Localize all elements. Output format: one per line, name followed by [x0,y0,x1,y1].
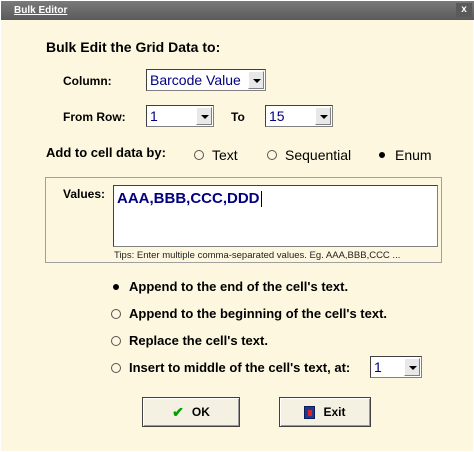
insert-position-select[interactable]: 1 [370,356,422,378]
radio-icon [267,150,277,160]
from-row-value: 1 [150,108,158,124]
radio-icon [111,362,121,373]
ok-button-label: OK [191,405,210,419]
radio-enum-label: Enum [395,147,432,163]
radio-sequential[interactable]: Sequential [267,147,351,163]
mode-insert-middle[interactable]: Insert to middle of the cell's text, at: [111,360,350,375]
values-textarea[interactable]: AAA,BBB,CCC,DDD [113,185,438,247]
window-title: Bulk Editor [14,5,68,16]
column-select-value: Barcode Value [150,72,241,88]
radio-text[interactable]: Text [194,147,238,163]
chevron-down-icon[interactable] [196,107,212,125]
radio-sequential-label: Sequential [285,147,352,163]
values-text: AAA,BBB,CCC,DDD [117,190,262,208]
mode-replace-label: Replace the cell's text. [129,333,268,348]
to-row-value: 15 [269,108,285,124]
chevron-down-icon[interactable] [248,71,264,89]
radio-selected-icon [377,150,387,160]
to-row-label: To [231,110,245,124]
mode-append-end[interactable]: Append to the end of the cell's text. [111,279,348,294]
bulk-editor-window: Bulk Editor x Bulk Edit the Grid Data to… [0,0,474,452]
mode-append-end-label: Append to the end of the cell's text. [129,279,349,294]
column-label: Column: [63,74,112,88]
radio-icon [111,308,121,319]
to-row-select[interactable]: 15 [265,105,333,127]
chevron-down-icon[interactable] [315,107,331,125]
mode-replace[interactable]: Replace the cell's text. [111,333,268,348]
mode-insert-middle-label: Insert to middle of the cell's text, at: [129,360,351,375]
from-row-select[interactable]: 1 [146,105,214,127]
radio-selected-icon [111,282,121,292]
exit-button-label: Exit [323,405,346,419]
mode-append-beginning-label: Append to the beginning of the cell's te… [129,306,388,321]
radio-text-label: Text [212,147,238,163]
ok-button[interactable]: ✔ OK [142,397,240,427]
exit-button[interactable]: Exit [279,397,371,427]
insert-position-value: 1 [374,359,382,375]
values-tips: Tips: Enter multiple comma-separated val… [114,250,401,261]
dialog-heading: Bulk Edit the Grid Data to: [46,39,221,55]
radio-enum[interactable]: Enum [377,147,432,163]
mode-append-beginning[interactable]: Append to the beginning of the cell's te… [111,306,387,321]
column-select[interactable]: Barcode Value [146,69,266,91]
title-bar: Bulk Editor x [1,1,474,20]
add-by-label: Add to cell data by: [46,145,166,160]
values-label: Values: [63,187,106,201]
check-icon: ✔ [172,403,184,420]
close-icon[interactable]: x [456,3,472,17]
radio-icon [194,150,204,160]
exit-door-icon [304,405,316,419]
chevron-down-icon[interactable] [404,358,420,376]
radio-icon [111,335,121,346]
from-row-label: From Row: [63,110,126,124]
